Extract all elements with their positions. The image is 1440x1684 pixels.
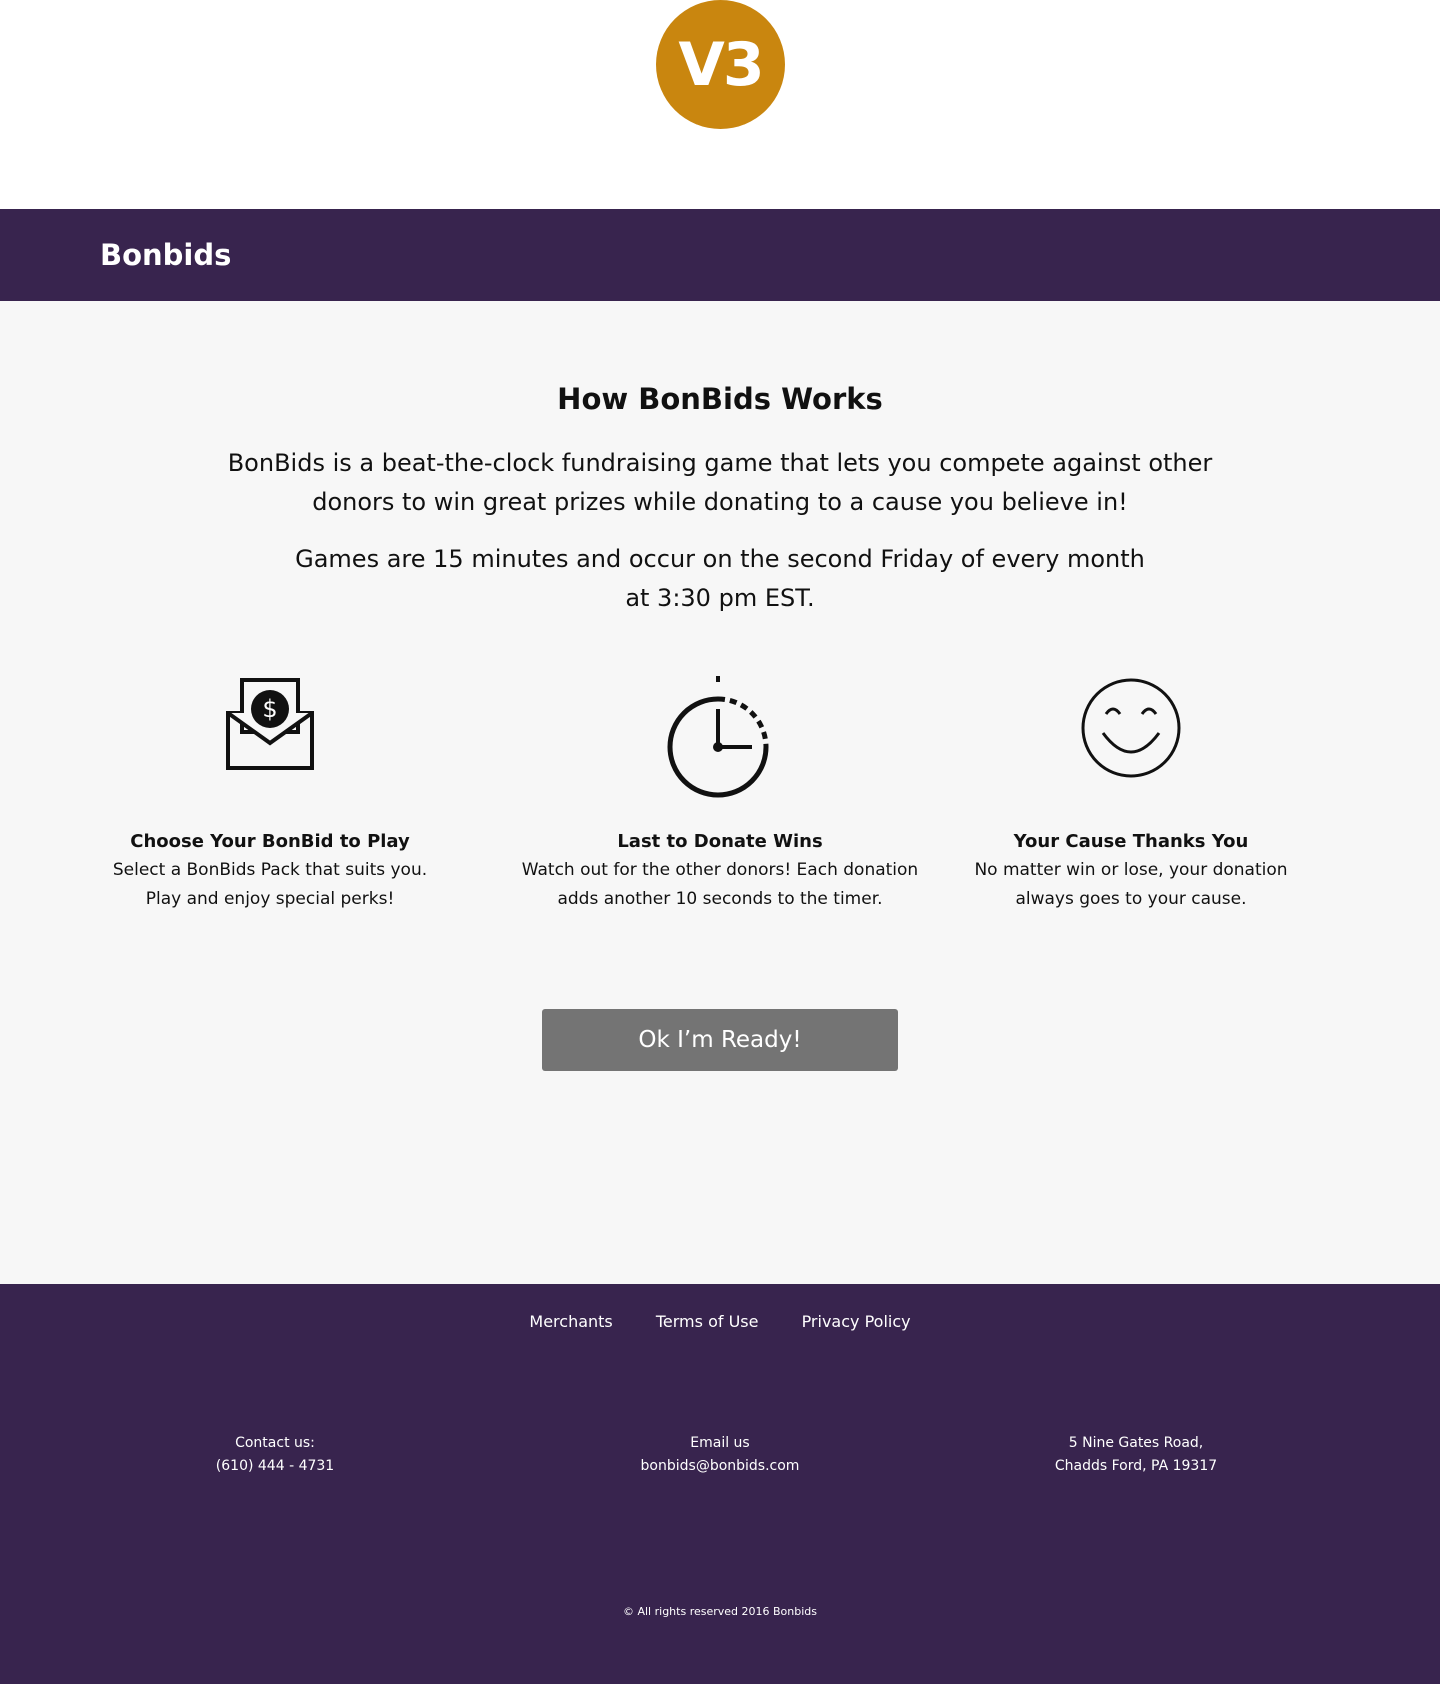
feature-description: No matter win or lose, your donation alw…	[921, 856, 1341, 914]
version-badge: V3	[656, 0, 785, 129]
feature-desc-line-2: always goes to your cause.	[1015, 889, 1247, 909]
stopwatch-icon	[667, 676, 769, 798]
schedule-line-1: Games are 15 minutes and occur on the se…	[295, 545, 1145, 573]
feature-desc-line-2: Play and enjoy special perks!	[145, 889, 395, 909]
intro-text: BonBids is a beat-the-clock fundraising …	[220, 444, 1220, 522]
footer-links: Merchants Terms of Use Privacy Policy	[0, 1312, 1440, 1331]
email-address[interactable]: bonbids@bonbids.com	[641, 1458, 800, 1474]
footer-link-merchants[interactable]: Merchants	[529, 1312, 612, 1331]
email-label: Email us	[690, 1435, 750, 1451]
footer-address: 5 Nine Gates Road, Chadds Ford, PA 19317	[986, 1432, 1286, 1478]
address-line-2: Chadds Ford, PA 19317	[1054, 1458, 1218, 1474]
feature-desc-line-2: adds another 10 seconds to the timer.	[557, 889, 883, 909]
intro-line-2: donors to win great prizes while donatin…	[312, 488, 1128, 516]
contact-phone[interactable]: (610) 444 - 4731	[216, 1458, 334, 1474]
schedule-line-2: at 3:30 pm EST.	[625, 584, 815, 612]
footer-email: Email us bonbids@bonbids.com	[570, 1432, 870, 1478]
feature-choose-bonbid: $ Choose Your BonBid to Play Select a Bo…	[60, 676, 480, 914]
feature-title: Choose Your BonBid to Play	[130, 831, 410, 852]
feature-desc-line-1: No matter win or lose, your donation	[974, 860, 1288, 880]
feature-cause-thanks: Your Cause Thanks You No matter win or l…	[921, 676, 1341, 914]
footer-link-privacy[interactable]: Privacy Policy	[802, 1312, 911, 1331]
feature-description: Select a BonBids Pack that suits you. Pl…	[60, 856, 480, 914]
feature-title: Last to Donate Wins	[617, 831, 823, 852]
page-title: How BonBids Works	[557, 382, 883, 416]
svg-text:$: $	[262, 695, 277, 723]
address-line-1: 5 Nine Gates Road,	[1068, 1435, 1204, 1451]
schedule-text: Games are 15 minutes and occur on the se…	[270, 540, 1170, 618]
feature-last-to-donate: Last to Donate Wins Watch out for the ot…	[510, 676, 930, 914]
main-content: How BonBids Works BonBids is a beat-the-…	[0, 301, 1440, 1284]
intro-line-1: BonBids is a beat-the-clock fundraising …	[227, 449, 1213, 477]
footer-contact: Contact us: (610) 444 - 4731	[125, 1432, 425, 1478]
feature-description: Watch out for the other donors! Each don…	[510, 856, 930, 914]
brand-logo[interactable]: Bonbids	[100, 209, 231, 301]
version-badge-label: V3	[678, 29, 764, 100]
feature-title: Your Cause Thanks You	[1013, 831, 1249, 852]
navbar: Bonbids	[0, 209, 1440, 301]
envelope-dollar-icon: $	[226, 678, 314, 770]
ready-button[interactable]: Ok I’m Ready!	[542, 1009, 898, 1071]
footer-link-terms[interactable]: Terms of Use	[656, 1312, 759, 1331]
feature-desc-line-1: Select a BonBids Pack that suits you.	[112, 860, 428, 880]
top-area: V3	[0, 0, 1440, 208]
contact-label: Contact us:	[235, 1435, 315, 1451]
footer: Merchants Terms of Use Privacy Policy Co…	[0, 1284, 1440, 1684]
smiley-face-icon	[1081, 678, 1181, 778]
copyright: © All rights reserved 2016 Bonbids	[622, 1605, 818, 1618]
feature-desc-line-1: Watch out for the other donors! Each don…	[521, 860, 919, 880]
